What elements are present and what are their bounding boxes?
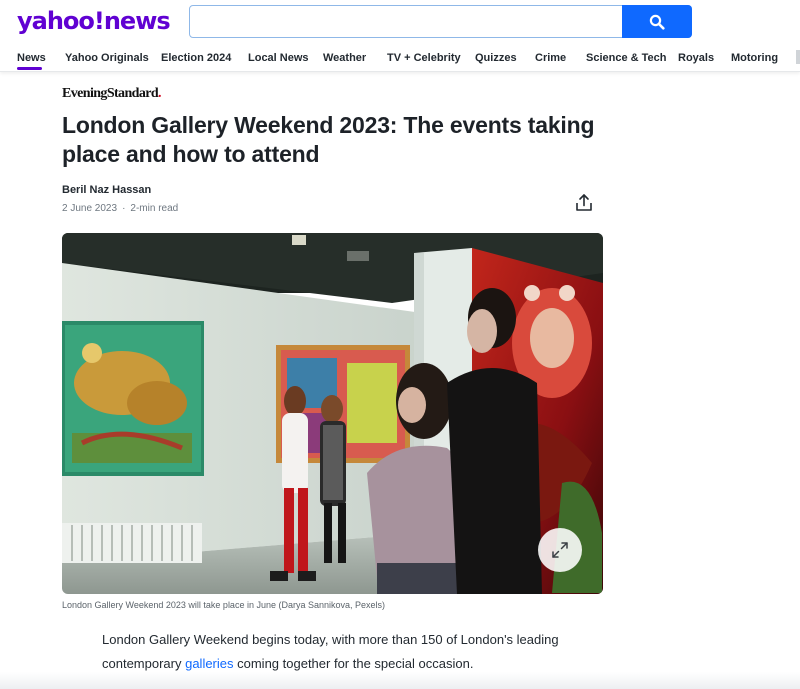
galleries-link[interactable]: galleries: [185, 656, 233, 671]
article-headline: London Gallery Weekend 2023: The events …: [62, 112, 595, 167]
nav-item-crime[interactable]: Crime: [535, 50, 566, 72]
expand-icon: [552, 542, 568, 558]
nav-item-tv-celebrity[interactable]: TV + Celebrity: [387, 50, 461, 72]
active-tab-indicator: [17, 67, 42, 70]
read-time: 2-min read: [130, 203, 179, 214]
publisher-dot: .: [158, 86, 161, 101]
nav-item-royals[interactable]: Royals: [678, 50, 714, 72]
nav-item-local-news[interactable]: Local News: [248, 50, 309, 72]
nav-item-science-tech[interactable]: Science & Tech: [586, 50, 667, 72]
nav-item-motoring[interactable]: Motoring: [731, 50, 778, 72]
article-meta: 2 June 2023 · 2-min read: [62, 203, 178, 214]
search-input[interactable]: [190, 6, 623, 37]
top-header: yahoo!news News Yahoo Originals Election…: [0, 0, 800, 72]
search-bar: [189, 5, 692, 38]
nav-item-yahoo-originals[interactable]: Yahoo Originals: [65, 50, 149, 72]
nav-item-quizzes[interactable]: Quizzes: [475, 50, 517, 72]
body-text-part2: coming together for the special occasion…: [233, 656, 474, 671]
publisher-name: EveningStandard: [62, 86, 159, 101]
main-nav: News Yahoo Originals Election 2024 Local…: [0, 50, 800, 72]
bottom-fade: [0, 672, 800, 689]
nav-overflow-edge: [796, 50, 800, 64]
hero-image[interactable]: [62, 233, 603, 594]
publisher-logo[interactable]: EveningStandard.: [62, 86, 162, 102]
author-name[interactable]: Beril Naz Hassan: [62, 184, 151, 196]
nav-item-election-2024[interactable]: Election 2024: [161, 50, 231, 72]
share-button[interactable]: [572, 190, 596, 214]
nav-item-weather[interactable]: Weather: [323, 50, 366, 72]
search-button[interactable]: [622, 5, 692, 38]
publish-date: 2 June 2023: [62, 203, 118, 214]
expand-image-button[interactable]: [538, 528, 582, 572]
meta-separator: ·: [122, 203, 126, 214]
search-icon: [649, 14, 665, 30]
gallery-photo: [62, 233, 603, 594]
share-icon: [576, 193, 592, 211]
yahoo-news-logo[interactable]: yahoo!news: [17, 7, 171, 35]
article-body-paragraph: London Gallery Weekend begins today, wit…: [102, 628, 622, 676]
image-caption: London Gallery Weekend 2023 will take pl…: [62, 600, 386, 610]
